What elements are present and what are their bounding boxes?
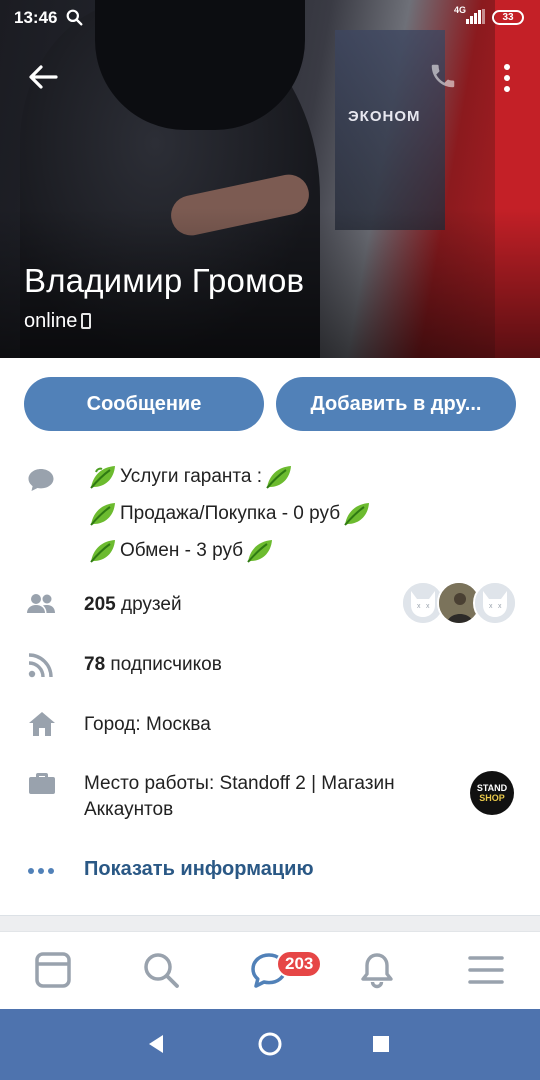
status-bar: 13:46 4G 33 <box>0 0 540 34</box>
dog-placeholder-icon: xx <box>475 583 515 623</box>
friends-count: 205 <box>84 594 116 615</box>
friends-avatars[interactable]: xx xx <box>401 581 517 625</box>
svg-text:x: x <box>426 603 430 610</box>
friend-avatar[interactable]: xx <box>473 581 517 625</box>
about-line: Продажа/Покупка - 0 руб <box>86 495 374 532</box>
leaf-emoji-icon <box>247 539 273 563</box>
svg-text:x: x <box>498 603 502 610</box>
about-line-text: Услуги гаранта : <box>120 465 263 487</box>
profile-cover[interactable]: ЭКОНОМ <box>0 0 540 358</box>
leaf-emoji-icon <box>90 539 115 563</box>
cover-shop <box>335 30 445 230</box>
about-line-text: Продажа/Покупка - 0 руб <box>120 502 341 524</box>
followers-label: подписчиков <box>110 654 222 675</box>
app-tab-bar <box>0 931 540 1009</box>
work-line: Место работы: Standoff 2 | Магазин <box>84 773 395 794</box>
search-tab-icon[interactable] <box>141 950 181 990</box>
phone-icon[interactable] <box>428 61 458 91</box>
message-button[interactable]: Сообщение <box>24 377 264 431</box>
menu-icon[interactable] <box>466 950 506 990</box>
mobile-device-icon <box>81 313 92 329</box>
leaf-emoji-icon <box>90 465 115 489</box>
system-nav-bar <box>0 1009 540 1080</box>
friends-label: друзей <box>120 594 182 615</box>
svg-text:x: x <box>489 603 493 610</box>
briefcase-icon <box>29 773 55 794</box>
work-line: Аккаунтов <box>84 799 174 820</box>
back-triangle-icon[interactable] <box>143 1031 169 1057</box>
search-icon <box>66 9 83 26</box>
svg-text:x: x <box>417 603 421 610</box>
news-feed-icon[interactable] <box>33 950 73 990</box>
work-logo-top: STAND <box>476 783 508 793</box>
home-icon <box>29 712 55 736</box>
add-friend-button[interactable]: Добавить в дру... <box>276 377 516 431</box>
home-circle-icon[interactable] <box>257 1031 283 1057</box>
battery-icon: 33 <box>492 10 524 25</box>
show-info-link[interactable]: Показать информацию <box>84 858 314 881</box>
status-time: 13:46 <box>14 8 58 27</box>
leaf-emoji-icon <box>344 502 370 526</box>
friends-icon <box>27 594 55 613</box>
work-group-logo[interactable]: STAND SHOP <box>470 771 514 815</box>
cover-shop-sign: ЭКОНОМ <box>348 108 421 125</box>
online-status-text: online <box>24 310 78 332</box>
signal-icon <box>466 9 485 24</box>
friends-text: 205 друзей <box>84 594 182 616</box>
about-status: Услуги гаранта : Продажа/Покупка - 0 руб… <box>86 458 374 569</box>
leaf-emoji-icon <box>90 502 115 526</box>
work-text[interactable]: Место работы: Standoff 2 | Магазин Аккау… <box>84 771 454 823</box>
work-logo-bottom: SHOP <box>479 793 505 803</box>
more-horizontal-icon <box>28 868 54 874</box>
recents-square-icon[interactable] <box>368 1031 394 1057</box>
about-line: Обмен - 3 руб <box>86 532 374 569</box>
section-divider <box>0 915 540 931</box>
about-line: Услуги гаранта : <box>86 458 374 495</box>
network-type: 4G <box>454 5 467 15</box>
about-line-text: Обмен - 3 руб <box>120 539 244 561</box>
online-status: online <box>24 310 92 333</box>
rss-icon <box>28 653 53 678</box>
followers-count: 78 <box>84 654 106 675</box>
comment-icon <box>28 469 54 491</box>
notifications-icon[interactable] <box>357 950 397 990</box>
profile-name: Владимир Громов <box>24 262 305 299</box>
more-vertical-icon[interactable] <box>496 62 518 94</box>
back-arrow-icon[interactable] <box>26 60 60 94</box>
messages-badge: 203 <box>276 950 323 978</box>
leaf-emoji-icon <box>266 465 292 489</box>
city-text: Город: Москва <box>84 714 211 735</box>
followers-text: 78 подписчиков <box>84 654 222 676</box>
